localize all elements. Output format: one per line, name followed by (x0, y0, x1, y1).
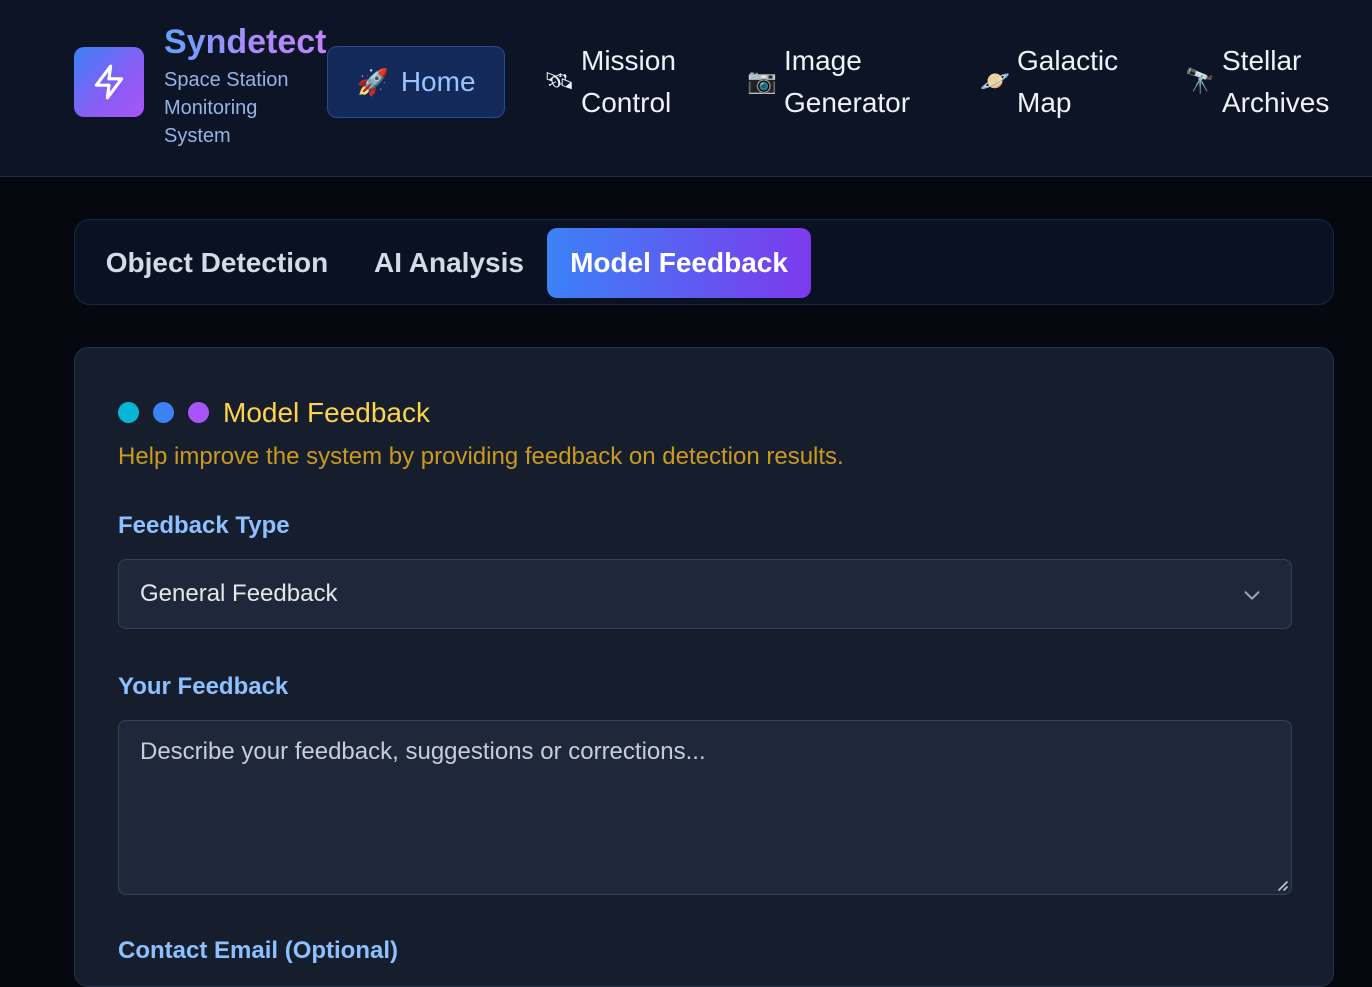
resize-handle-icon[interactable] (1275, 878, 1289, 892)
panel-description: Help improve the system by providing fee… (118, 443, 844, 470)
satellite-icon: 🛰 (543, 68, 575, 95)
feedback-placeholder: Describe your feedback, suggestions or c… (140, 738, 706, 765)
nav-stellar-archives-label: Stellar Archives (1222, 45, 1330, 118)
panel-title: Model Feedback (223, 397, 431, 428)
blue-dot (153, 402, 174, 423)
lightning-bolt-icon (94, 64, 124, 100)
top-navigation-bar: Syndetect Space Station Monitoring Syste… (0, 0, 1372, 177)
your-feedback-label: Your Feedback (118, 673, 289, 700)
purple-dot (188, 402, 209, 423)
nav-home-button[interactable]: 🚀 Home (327, 46, 505, 118)
tab-bar: Object Detection AI Analysis Model Feedb… (74, 219, 1334, 305)
nav-home-label: Home (400, 66, 476, 97)
nav-galactic-map-label: Galactic Map (1017, 45, 1119, 118)
nav-mission-control[interactable]: 🛰 Mission Control (539, 40, 676, 124)
feedback-type-label: Feedback Type (118, 512, 290, 539)
nav-image-generator[interactable]: 📷 Image Generator (742, 40, 910, 124)
contact-email-label: Contact Email (Optional) (118, 937, 399, 964)
app-logo[interactable] (74, 47, 144, 117)
tab-model-feedback[interactable]: Model Feedback (547, 228, 811, 298)
tab-ai-analysis[interactable]: AI Analysis (359, 228, 539, 298)
feedback-textarea[interactable]: Describe your feedback, suggestions or c… (118, 720, 1292, 895)
ringed-planet-icon: 🪐 (980, 68, 1010, 95)
feedback-type-select[interactable]: General Feedback (118, 559, 1292, 629)
nav-mission-control-label: Mission Control (581, 45, 676, 118)
chevron-down-icon (1244, 591, 1260, 600)
nav-galactic-map[interactable]: 🪐 Galactic Map (975, 40, 1118, 124)
tab-object-detection[interactable]: Object Detection (83, 228, 351, 298)
feedback-type-value: General Feedback (140, 580, 338, 607)
rocket-icon: 🚀 (356, 66, 389, 97)
nav-image-generator-label: Image Generator (784, 45, 911, 118)
model-feedback-panel: Model Feedback Help improve the system b… (74, 347, 1334, 987)
camera-icon: 📷 (747, 68, 777, 95)
nav-stellar-archives[interactable]: 🔭 Stellar Archives (1180, 40, 1329, 124)
decorative-dots (118, 402, 209, 423)
app-subtitle: Space Station Monitoring System (164, 69, 289, 147)
app-name: Syndetect (164, 23, 327, 61)
telescope-icon: 🔭 (1185, 68, 1215, 95)
cyan-dot (118, 402, 139, 423)
